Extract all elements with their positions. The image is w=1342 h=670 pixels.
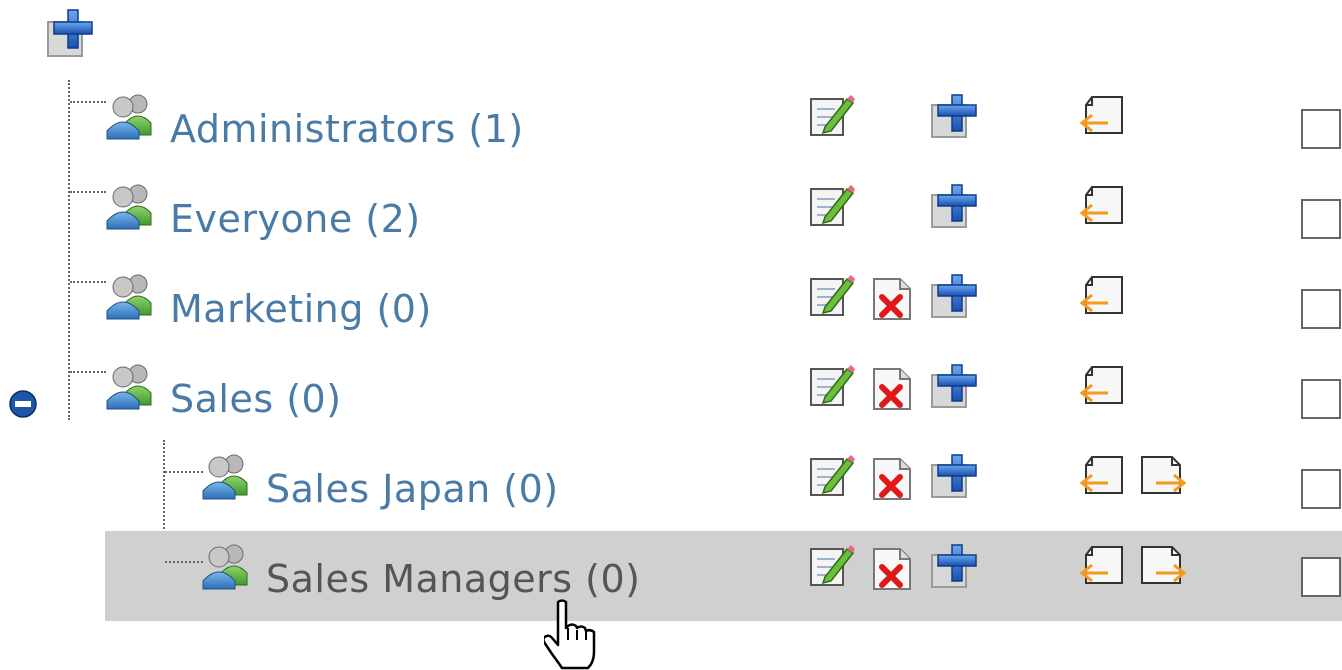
group-icon <box>106 94 152 140</box>
group-icon <box>106 364 152 410</box>
edit-icon[interactable] <box>807 93 859 139</box>
hand-cursor-icon <box>544 599 596 670</box>
tree-row: Sales Japan (0) <box>0 445 1342 535</box>
move-left-icon[interactable] <box>1078 543 1130 589</box>
tree-row: Everyone (2) <box>0 175 1342 265</box>
group-label[interactable]: Sales (0) <box>170 377 342 421</box>
move-left-icon[interactable] <box>1078 273 1130 319</box>
group-checkbox[interactable] <box>1301 109 1341 149</box>
edit-icon[interactable] <box>807 273 859 319</box>
group-icon <box>202 544 248 590</box>
delete-icon[interactable] <box>866 275 918 321</box>
group-icon <box>106 274 152 320</box>
tree-connector <box>70 281 106 283</box>
tree-connector <box>70 371 106 373</box>
tree-connector <box>70 191 106 193</box>
tree-row: Marketing (0) <box>0 265 1342 355</box>
add-icon[interactable] <box>928 543 980 589</box>
edit-icon[interactable] <box>807 183 859 229</box>
move-right-icon[interactable] <box>1136 453 1188 499</box>
group-checkbox[interactable] <box>1301 379 1341 419</box>
tree-row: Sales Managers (0) <box>0 531 1342 621</box>
add-icon[interactable] <box>928 453 980 499</box>
delete-icon[interactable] <box>866 455 918 501</box>
group-checkbox[interactable] <box>1301 469 1341 509</box>
group-label[interactable]: Administrators (1) <box>170 107 524 151</box>
add-icon[interactable] <box>928 183 980 229</box>
move-left-icon[interactable] <box>1078 363 1130 409</box>
delete-icon[interactable] <box>866 545 918 591</box>
tree-row: Sales (0) <box>0 355 1342 445</box>
tree-connector <box>165 471 203 473</box>
add-icon[interactable] <box>928 273 980 319</box>
move-right-icon[interactable] <box>1136 543 1188 589</box>
add-icon[interactable] <box>928 93 980 139</box>
group-label[interactable]: Everyone (2) <box>170 197 421 241</box>
group-checkbox[interactable] <box>1301 199 1341 239</box>
collapse-icon[interactable] <box>8 389 38 419</box>
group-label[interactable]: Sales Japan (0) <box>266 467 559 511</box>
group-label[interactable]: Sales Managers (0) <box>266 557 641 601</box>
add-icon[interactable] <box>928 363 980 409</box>
tree-connector <box>165 561 203 563</box>
add-icon[interactable] <box>46 8 98 58</box>
group-icon <box>202 454 248 500</box>
group-icon <box>106 184 152 230</box>
move-left-icon[interactable] <box>1078 93 1130 139</box>
group-label[interactable]: Marketing (0) <box>170 287 432 331</box>
edit-icon[interactable] <box>807 363 859 409</box>
move-left-icon[interactable] <box>1078 183 1130 229</box>
group-checkbox[interactable] <box>1301 289 1341 329</box>
tree-connector <box>70 101 106 103</box>
group-checkbox[interactable] <box>1301 557 1341 597</box>
delete-icon[interactable] <box>866 365 918 411</box>
tree-row: Administrators (1) <box>0 85 1342 175</box>
edit-icon[interactable] <box>807 453 859 499</box>
group-tree: Administrators (1) Everyone (2) Marketin… <box>0 0 1342 670</box>
edit-icon[interactable] <box>807 543 859 589</box>
move-left-icon[interactable] <box>1078 453 1130 499</box>
